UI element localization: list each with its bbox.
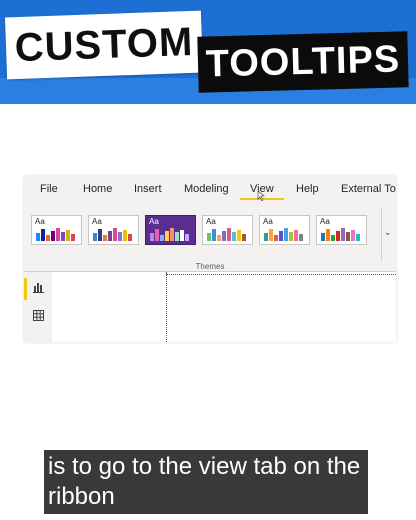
view-switcher-rail	[24, 272, 52, 342]
theme-color-bar	[98, 229, 102, 241]
theme-color-bar	[103, 235, 107, 241]
theme-color-swatch-bars	[321, 227, 360, 241]
theme-color-bar	[113, 228, 117, 241]
theme-color-bar	[185, 234, 189, 241]
theme-color-bar	[36, 233, 40, 241]
chevron-down-icon: ⌄	[384, 227, 392, 237]
theme-color-bar	[71, 234, 75, 241]
theme-color-bar	[123, 230, 127, 241]
subtitle-caption: is to go to the view tab on the ribbon	[44, 450, 368, 514]
theme-color-bar	[237, 230, 241, 241]
theme-color-swatch-bars	[264, 227, 303, 241]
theme-color-swatch-bars	[93, 227, 132, 241]
theme-tile-sample-text: Aa	[92, 217, 102, 226]
theme-color-bar	[232, 232, 236, 241]
theme-tile-5[interactable]: Aa	[259, 215, 310, 245]
theme-color-bar	[227, 228, 231, 241]
ribbon-tab-bar: File Home Insert Modeling View Help Exte…	[24, 176, 396, 204]
theme-color-bar	[222, 231, 226, 241]
theme-color-bar	[346, 232, 350, 241]
theme-tile-3[interactable]: Aa	[145, 215, 196, 245]
theme-color-bar	[175, 232, 179, 241]
theme-color-swatch-bars	[207, 227, 246, 241]
theme-color-bar	[207, 233, 211, 241]
theme-tile-sample-text: Aa	[35, 217, 45, 226]
theme-color-bar	[284, 228, 288, 241]
themes-group-label: Themes	[195, 262, 225, 271]
tab-help[interactable]: Help	[296, 183, 319, 195]
report-canvas[interactable]	[52, 272, 396, 342]
theme-color-bar	[56, 228, 60, 241]
powerbi-window: File Home Insert Modeling View Help Exte…	[24, 176, 396, 342]
theme-color-bar	[356, 234, 360, 241]
theme-color-swatch-bars	[36, 227, 75, 241]
theme-tile-sample-text: Aa	[263, 217, 273, 226]
theme-color-bar	[336, 231, 340, 241]
theme-color-bar	[279, 231, 283, 241]
tab-modeling[interactable]: Modeling	[184, 183, 229, 195]
title-custom-label: CUSTOM	[4, 10, 204, 80]
theme-tile-sample-text: Aa	[149, 217, 159, 226]
title-tooltips-label: TOOLTIPS	[197, 31, 409, 93]
theme-color-bar	[118, 232, 122, 241]
theme-color-bar	[108, 231, 112, 241]
theme-color-bar	[242, 234, 246, 241]
theme-color-bar	[46, 235, 50, 241]
theme-color-bar	[299, 234, 303, 241]
theme-tile-6[interactable]: Aa	[316, 215, 367, 245]
theme-tile-1[interactable]: Aa	[31, 215, 82, 245]
theme-color-bar	[51, 231, 55, 241]
table-grid-icon[interactable]	[33, 310, 44, 321]
theme-color-swatch-bars	[150, 227, 189, 241]
theme-color-bar	[212, 229, 216, 241]
theme-color-bar	[294, 230, 298, 241]
theme-color-bar	[93, 233, 97, 241]
theme-color-bar	[326, 229, 330, 241]
theme-color-bar	[41, 229, 45, 241]
tab-external-tools[interactable]: External Tools	[341, 183, 396, 195]
theme-color-bar	[321, 233, 325, 241]
theme-color-bar	[289, 232, 293, 241]
hand-pointer-icon	[257, 191, 265, 201]
theme-tile-2[interactable]: Aa	[88, 215, 139, 245]
theme-color-bar	[160, 235, 164, 241]
theme-color-bar	[61, 232, 65, 241]
themes-gallery: Aa Aa Aa Aa Aa Aa	[24, 207, 396, 265]
theme-color-bar	[155, 229, 159, 241]
theme-color-bar	[150, 233, 154, 241]
theme-color-bar	[170, 228, 174, 241]
theme-color-bar	[331, 235, 335, 241]
theme-tile-sample-text: Aa	[320, 217, 330, 226]
title-banner: CUSTOM TOOLTIPS	[0, 0, 416, 104]
theme-color-bar	[341, 228, 345, 241]
tab-home[interactable]: Home	[83, 183, 112, 195]
tab-insert[interactable]: Insert	[134, 183, 162, 195]
theme-color-bar	[128, 234, 132, 241]
theme-color-bar	[351, 230, 355, 241]
canvas-guide-horizontal	[166, 274, 396, 275]
theme-tile-sample-text: Aa	[206, 217, 216, 226]
theme-color-bar	[274, 235, 278, 241]
themes-more-button[interactable]: ⌄	[381, 207, 394, 261]
theme-color-bar	[180, 230, 184, 241]
theme-color-bar	[66, 230, 70, 241]
theme-color-bar	[269, 229, 273, 241]
active-view-indicator	[24, 278, 27, 300]
tab-file[interactable]: File	[40, 183, 58, 195]
theme-color-bar	[217, 235, 221, 241]
canvas-guide-vertical	[166, 272, 167, 342]
theme-color-bar	[165, 231, 169, 241]
theme-tile-4[interactable]: Aa	[202, 215, 253, 245]
bar-chart-icon[interactable]	[33, 282, 44, 293]
theme-color-bar	[264, 233, 268, 241]
